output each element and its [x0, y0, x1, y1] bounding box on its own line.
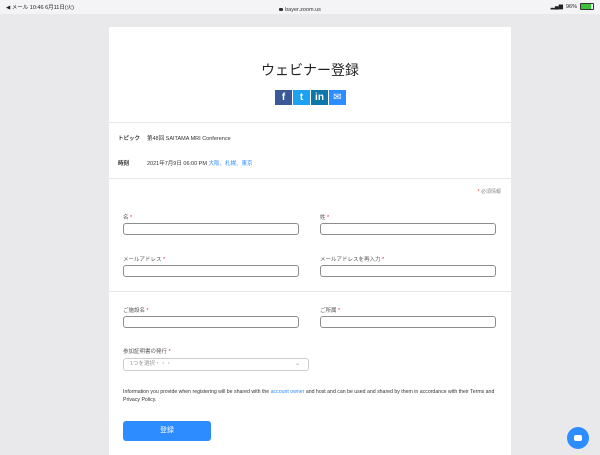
disclaimer-text-start: Information you provide when registering…	[123, 389, 271, 395]
chevron-down-icon: ⌄	[294, 361, 300, 367]
email-confirm-label: メールアドレスを再入力 *	[320, 257, 385, 263]
certificate-label: 参加証明書の発行 *	[123, 349, 171, 355]
disclaimer: Information you provide when registering…	[123, 388, 503, 404]
time-label: 時刻	[118, 161, 130, 167]
certificate-placeholder: 1つを選択・・・	[130, 361, 172, 367]
topic-value: 第48回 SAITAMA MRI Conference	[147, 136, 231, 142]
share-bar: f t in ✉	[275, 90, 346, 105]
divider	[109, 122, 511, 123]
address-bar[interactable]: bayer.zoom.us	[0, 7, 600, 13]
email-label: メールアドレス *	[123, 257, 166, 263]
status-right: ▂▄▆ 96%	[551, 3, 594, 10]
divider	[109, 291, 511, 292]
last-name-input[interactable]	[320, 223, 496, 235]
signal-icon: ▂▄▆	[550, 3, 563, 10]
linkedin-icon[interactable]: in	[311, 90, 328, 105]
department-input[interactable]	[320, 316, 496, 328]
timezone-link[interactable]: 大阪、札幌、東京	[208, 161, 252, 167]
required-note: * 必須情報	[478, 188, 501, 195]
chat-button[interactable]	[567, 427, 589, 449]
lock-icon	[279, 8, 284, 12]
registration-card: ウェビナー登録 f t in ✉ トピック 第48回 SAITAMA MRI C…	[109, 27, 511, 455]
mail-icon[interactable]: ✉	[329, 90, 346, 105]
divider	[109, 178, 511, 179]
facility-label: ご施設名 *	[123, 308, 149, 314]
battery-percent: 96%	[565, 3, 577, 10]
email-input[interactable]	[123, 265, 299, 277]
topic-label: トピック	[118, 136, 141, 142]
department-label: ご所属 *	[320, 308, 341, 314]
email-confirm-input[interactable]	[320, 265, 496, 277]
facebook-icon[interactable]: f	[275, 90, 292, 105]
first-name-label: 名 *	[123, 215, 133, 221]
certificate-select[interactable]: 1つを選択・・・ ⌄	[123, 358, 309, 371]
twitter-icon[interactable]: t	[293, 90, 310, 105]
status-bar: ◀ メール 10:46 6月11日(火) bayer.zoom.us ▂▄▆ 9…	[0, 0, 600, 14]
battery-icon	[580, 3, 594, 10]
required-note-text: 必須情報	[480, 189, 501, 195]
register-button[interactable]: 登録	[123, 421, 211, 441]
facility-input[interactable]	[123, 316, 299, 328]
url-text: bayer.zoom.us	[285, 7, 321, 13]
required-star: *	[477, 189, 480, 195]
time-value-wrap: 2021年7月9日 06:00 PM 大阪、札幌、東京	[147, 159, 252, 167]
first-name-input[interactable]	[123, 223, 299, 235]
account-owner-link[interactable]: account owner	[271, 389, 305, 395]
last-name-label: 姓 *	[320, 215, 330, 221]
chat-icon	[574, 435, 582, 441]
time-value: 2021年7月9日 06:00 PM	[147, 161, 207, 167]
page-title: ウェビナー登録	[261, 62, 359, 78]
